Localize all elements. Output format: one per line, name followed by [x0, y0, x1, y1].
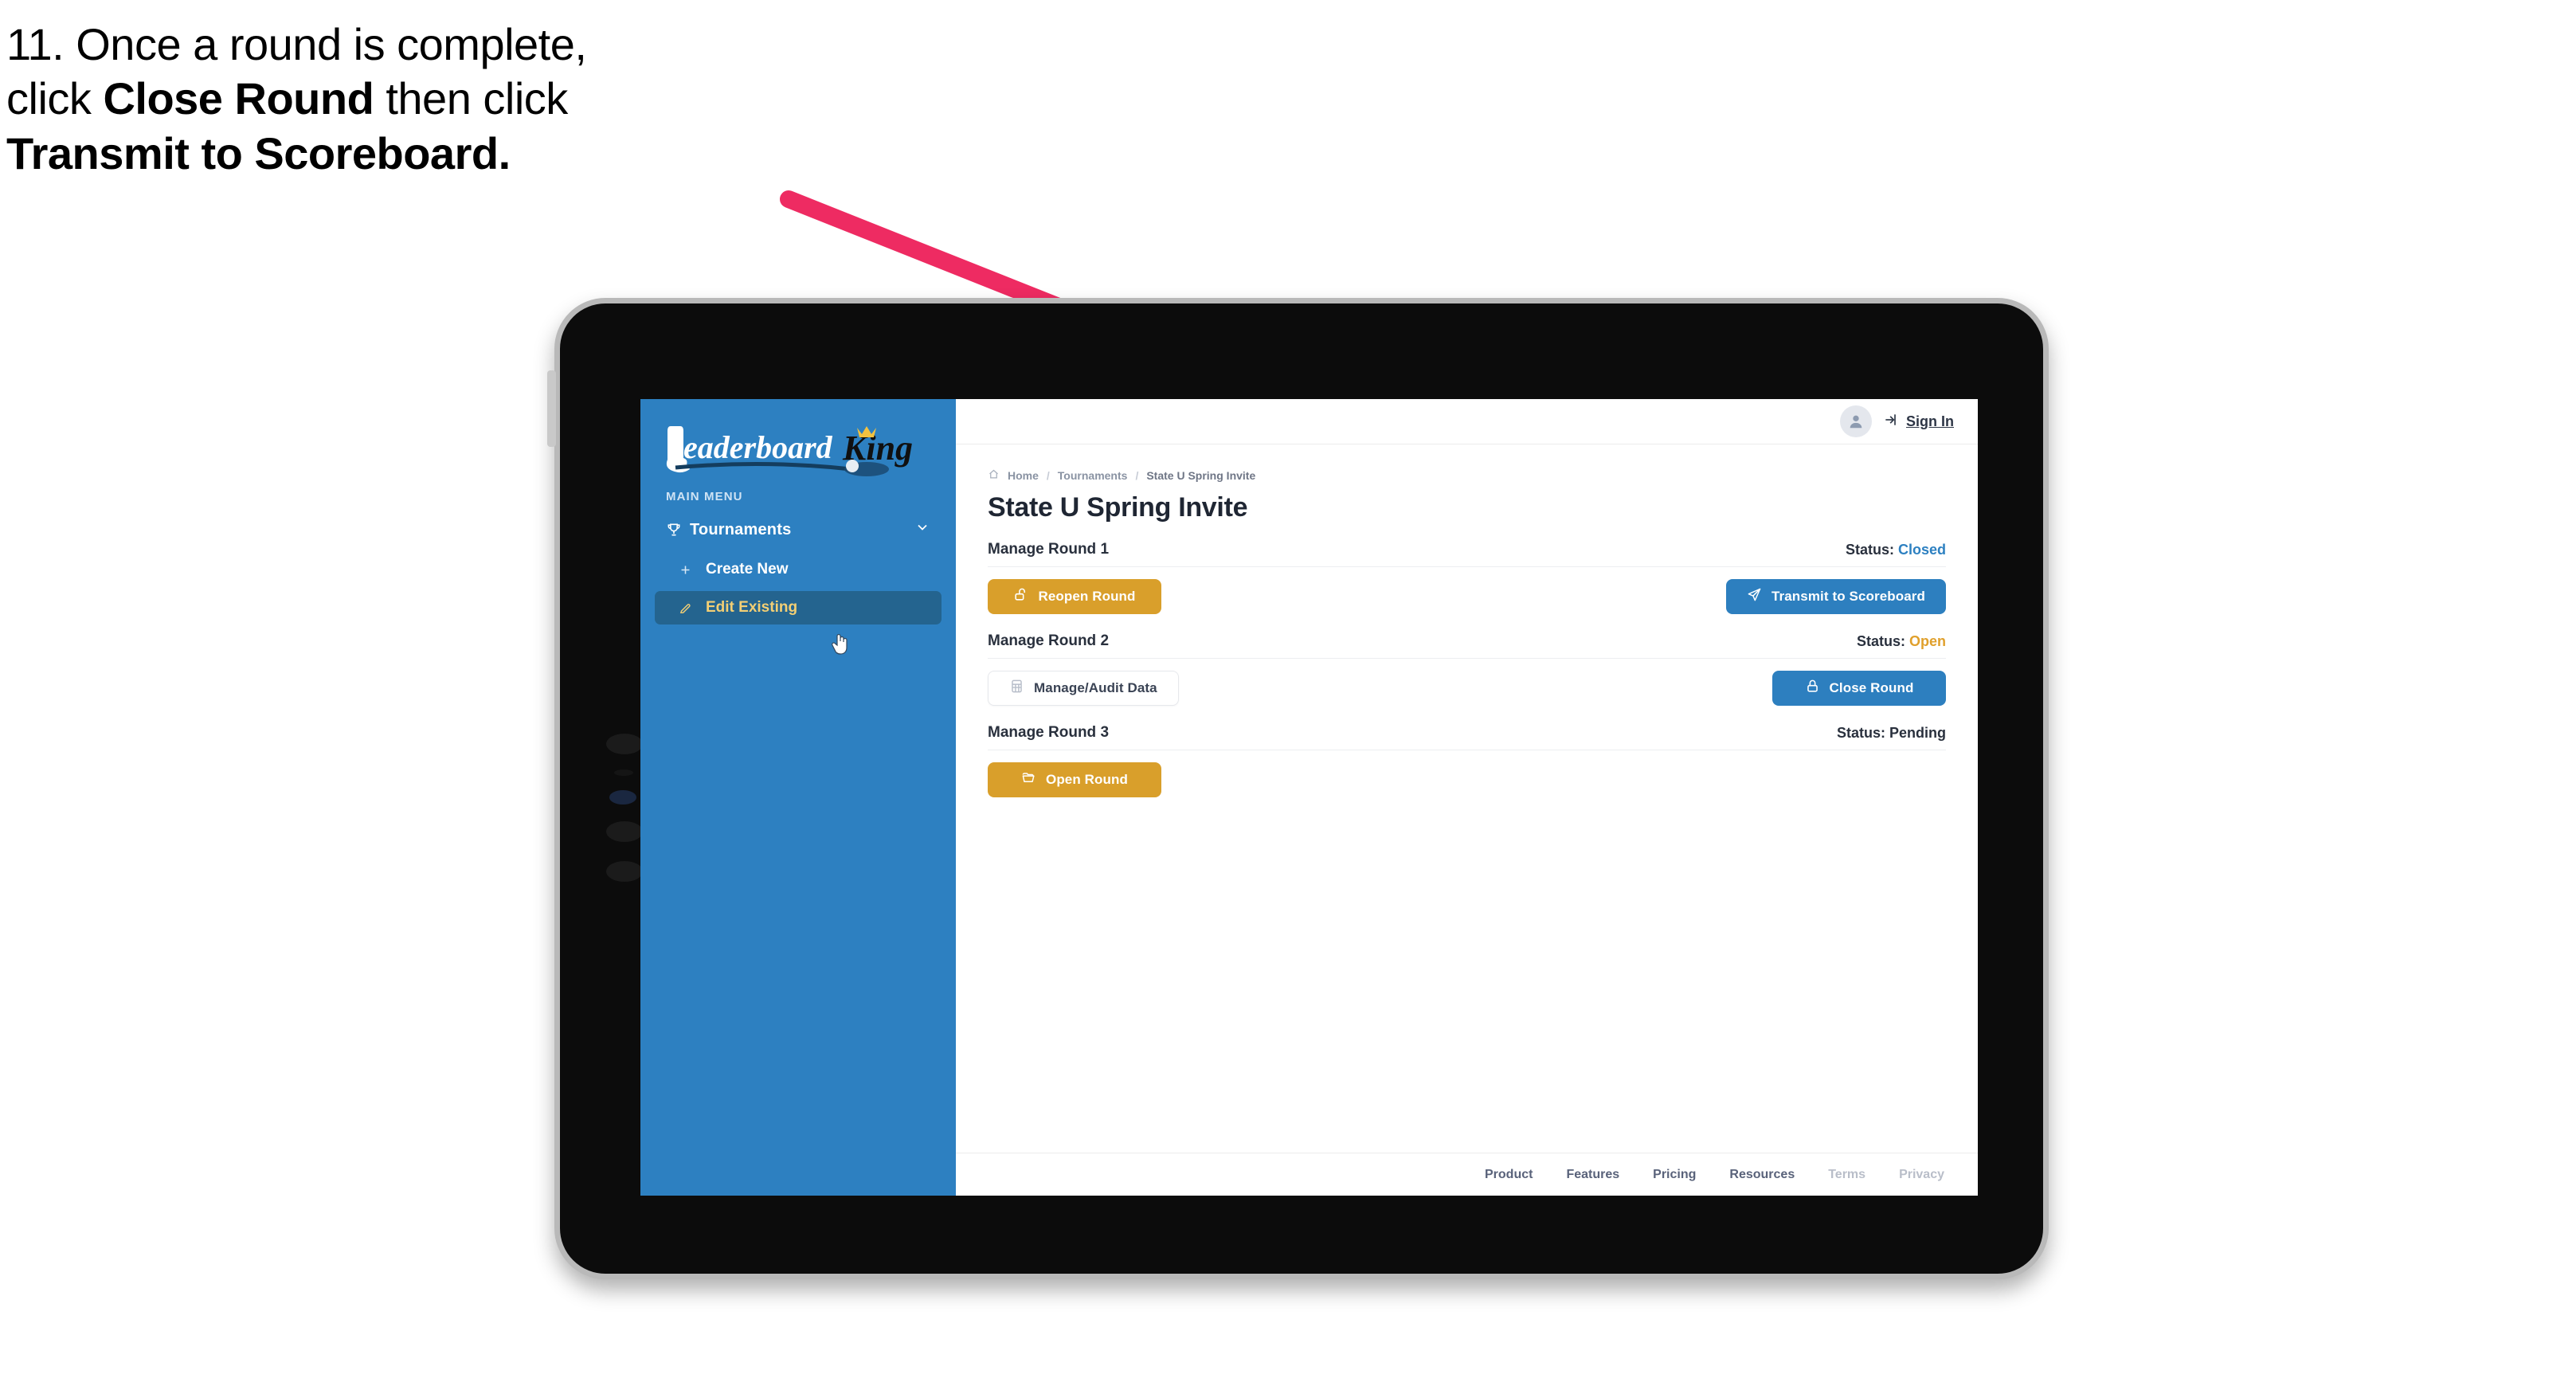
- round-actions: Open Round: [988, 762, 1946, 798]
- status-label: Status:: [1836, 725, 1885, 741]
- edit-pencil-icon: [679, 601, 706, 615]
- trophy-icon: [666, 522, 690, 538]
- footer-link-privacy[interactable]: Privacy: [1899, 1168, 1944, 1182]
- unlock-icon: [1013, 587, 1028, 606]
- device-sensor-icon: [606, 734, 643, 754]
- instruction-line2-bold: Close Round: [103, 73, 374, 124]
- main-content: Sign In Home / Tournaments / State U Spr…: [956, 399, 1978, 1196]
- top-bar: Sign In: [956, 399, 1978, 444]
- footer-link-features[interactable]: Features: [1566, 1168, 1619, 1182]
- sidebar-item-tournaments[interactable]: Tournaments: [655, 511, 942, 548]
- round-header: Manage Round 1 Status: Closed: [988, 541, 1946, 567]
- sidebar-item-create-new[interactable]: Create New: [655, 553, 942, 586]
- round-actions: Manage/Audit Data Close Round: [988, 670, 1946, 707]
- lock-icon: [1805, 679, 1820, 698]
- sidebar-item-label: Edit Existing: [706, 599, 798, 616]
- device-camera-icon: [609, 790, 636, 805]
- device-sensor-icon: [606, 861, 643, 882]
- open-round-button[interactable]: Open Round: [988, 762, 1161, 797]
- reopen-round-button[interactable]: Reopen Round: [988, 579, 1161, 614]
- footer-nav: Product Features Pricing Resources Terms…: [956, 1153, 1978, 1196]
- breadcrumb-item-home[interactable]: Home: [1008, 469, 1039, 482]
- sidebar-section-label: MAIN MENU: [666, 490, 743, 503]
- plus-icon: [679, 563, 706, 577]
- tablet-screen: eaderboard King MAIN MENU Tournaments Cr…: [640, 399, 1978, 1196]
- login-arrow-icon: [1883, 412, 1899, 432]
- round-section-2: Manage Round 2 Status: Open Manage/Audit…: [988, 632, 1946, 707]
- round-status: Status: Open: [1857, 633, 1946, 650]
- page-title: State U Spring Invite: [988, 492, 1248, 523]
- footer-link-pricing[interactable]: Pricing: [1653, 1168, 1696, 1182]
- transmit-to-scoreboard-button[interactable]: Transmit to Scoreboard: [1725, 579, 1946, 614]
- breadcrumb-separator: /: [1135, 469, 1139, 482]
- close-round-button[interactable]: Close Round: [1772, 671, 1946, 706]
- footer-link-resources[interactable]: Resources: [1729, 1168, 1795, 1182]
- device-sensor-icon: [606, 821, 643, 842]
- round-section-1: Manage Round 1 Status: Closed Reopen Rou…: [988, 541, 1946, 615]
- footer-link-product[interactable]: Product: [1485, 1168, 1533, 1182]
- breadcrumb-item-tournaments[interactable]: Tournaments: [1058, 469, 1128, 482]
- breadcrumb: Home / Tournaments / State U Spring Invi…: [988, 468, 1946, 483]
- home-icon[interactable]: [988, 468, 1000, 483]
- status-value: Closed: [1897, 542, 1946, 558]
- status-label: Status:: [1856, 633, 1905, 649]
- folder-open-icon: [1021, 770, 1036, 789]
- manage-audit-data-button[interactable]: Manage/Audit Data: [988, 671, 1179, 706]
- status-label: Status:: [1845, 542, 1894, 558]
- breadcrumb-item-current: State U Spring Invite: [1146, 469, 1256, 482]
- button-label: Manage/Audit Data: [1034, 680, 1157, 695]
- breadcrumb-separator: /: [1046, 469, 1050, 482]
- round-header: Manage Round 2 Status: Open: [988, 632, 1946, 659]
- screenshot-root: 11. Once a round is complete, click Clos…: [0, 0, 2576, 1386]
- mouse-cursor-pointer-icon: [832, 633, 848, 655]
- sign-in-link[interactable]: Sign In: [1883, 412, 1954, 432]
- sidebar-item-label: Tournaments: [690, 520, 792, 538]
- footer-link-terms[interactable]: Terms: [1828, 1168, 1865, 1182]
- chevron-down-icon[interactable]: [914, 519, 930, 540]
- sidebar-item-label: Create New: [706, 561, 789, 578]
- round-actions: Reopen Round Transmit to Scoreboard: [988, 578, 1946, 615]
- tablet-device-frame: eaderboard King MAIN MENU Tournaments Cr…: [547, 298, 2049, 1279]
- round-section-3: Manage Round 3 Status: Pending Open Roun…: [988, 724, 1946, 798]
- button-label: Transmit to Scoreboard: [1771, 589, 1925, 604]
- button-label: Reopen Round: [1038, 589, 1136, 604]
- button-label: Open Round: [1046, 772, 1128, 787]
- button-label: Close Round: [1829, 680, 1914, 695]
- leaderboard-king-logo-icon: eaderboard King: [666, 426, 913, 476]
- instruction-line2-post: then click: [374, 73, 568, 124]
- round-title: Manage Round 3: [988, 724, 1110, 741]
- instruction-caption: 11. Once a round is complete, click Clos…: [6, 18, 883, 181]
- device-speaker-icon: [614, 769, 633, 776]
- page-body: Home / Tournaments / State U Spring Invi…: [956, 444, 1978, 1153]
- instruction-line-3: Transmit to Scoreboard.: [6, 127, 511, 178]
- round-status: Status: Pending: [1837, 725, 1946, 742]
- instruction-line-1: 11. Once a round is complete,: [6, 19, 587, 69]
- svg-text:eaderboard: eaderboard: [683, 429, 833, 465]
- round-title: Manage Round 1: [988, 541, 1110, 558]
- instruction-line-2: click Close Round then click: [6, 72, 883, 126]
- round-header: Manage Round 3 Status: Pending: [988, 724, 1946, 750]
- app-logo[interactable]: eaderboard King: [640, 399, 956, 476]
- round-status: Status: Closed: [1846, 542, 1946, 558]
- sidebar-item-edit-existing[interactable]: Edit Existing: [655, 591, 942, 624]
- status-value: Pending: [1889, 725, 1946, 741]
- status-value: Open: [1909, 633, 1946, 649]
- instruction-line2-pre: click: [6, 73, 104, 124]
- table-grid-icon: [1009, 679, 1024, 698]
- volume-rocker-button[interactable]: [547, 370, 556, 447]
- round-title: Manage Round 2: [988, 632, 1110, 649]
- sign-in-label: Sign In: [1906, 413, 1954, 429]
- user-avatar-icon[interactable]: [1840, 405, 1872, 437]
- paper-plane-icon: [1747, 587, 1762, 606]
- sidebar: eaderboard King MAIN MENU Tournaments Cr…: [640, 399, 956, 1196]
